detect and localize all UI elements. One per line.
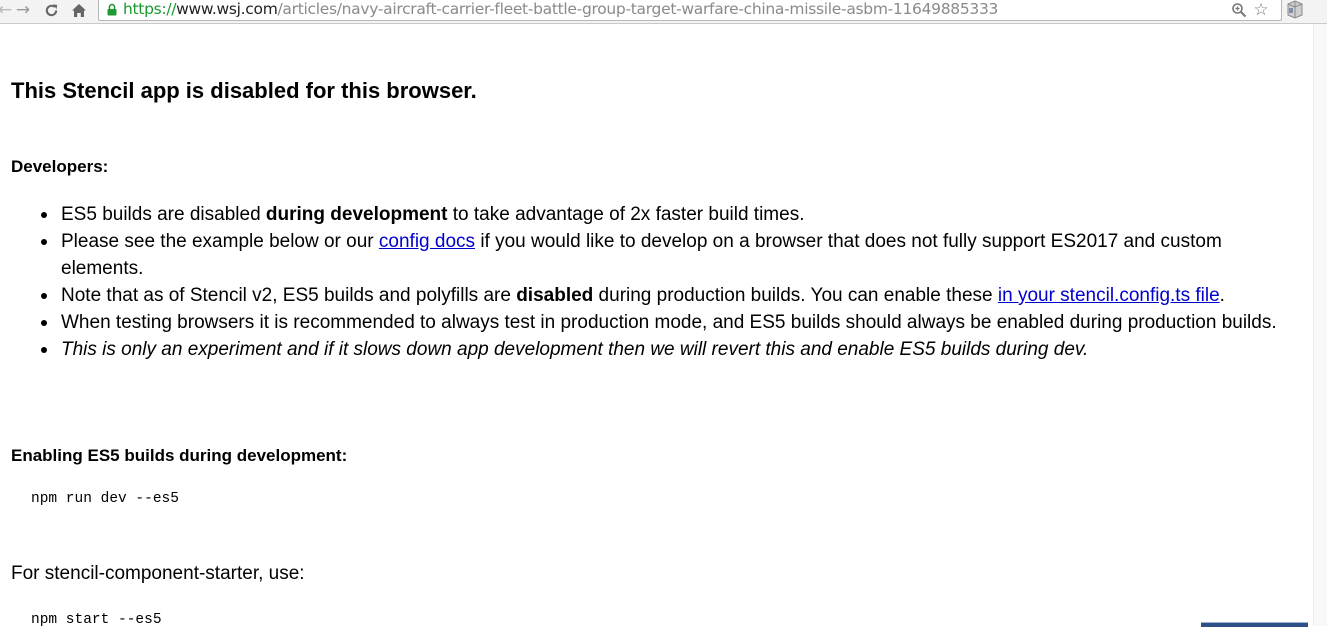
url-text[interactable]: https://www.wsj.com/articles/navy-aircra…: [123, 0, 998, 19]
star-icon[interactable]: ☆: [1252, 0, 1270, 20]
address-bar[interactable]: https://www.wsj.com/articles/navy-aircra…: [98, 0, 1282, 21]
url-path: /articles/navy-aircraft-carrier-fleet-ba…: [277, 0, 999, 18]
starter-text: For stencil-component-starter, use:: [11, 563, 305, 584]
url-scheme: https://: [123, 0, 177, 18]
zoom-icon[interactable]: [1230, 0, 1248, 19]
list-item-text: .: [1219, 285, 1225, 306]
list-item-text: ES5 builds are disabled: [61, 204, 266, 225]
list-item-text: Note that as of Stencil v2, ES5 builds a…: [61, 285, 517, 306]
list-item: This is only an experiment and if it slo…: [21, 336, 1291, 363]
dev-command-code: npm run dev --es5: [31, 491, 179, 507]
extension-icon[interactable]: [1285, 0, 1305, 19]
stencil-config-link[interactable]: in your stencil.config.ts file: [998, 285, 1220, 306]
config-docs-link[interactable]: config docs: [379, 231, 475, 252]
list-item: Note that as of Stencil v2, ES5 builds a…: [21, 282, 1291, 309]
list-item-text: When testing browsers it is recommended …: [61, 312, 1277, 333]
page-title: This Stencil app is disabled for this br…: [11, 78, 477, 103]
list-item-text: to take advantage of 2x faster build tim…: [447, 204, 805, 225]
list-item-text: during production builds. You can enable…: [593, 285, 998, 306]
list-item-bold: during development: [265, 204, 448, 225]
url-host: www.wsj.com: [176, 0, 278, 18]
list-item-italic: This is only an experiment and if it slo…: [61, 339, 1089, 360]
list-item: ES5 builds are disabled during developme…: [21, 201, 1291, 228]
page-content: This Stencil app is disabled for this br…: [0, 24, 1313, 628]
list-item: When testing browsers it is recommended …: [21, 309, 1291, 336]
lock-icon: [107, 3, 117, 16]
forward-arrow-icon[interactable]: →: [12, 0, 34, 20]
home-icon[interactable]: [68, 0, 90, 20]
browser-toolbar: ← → https://www.wsj.com/articles/navy-ai…: [0, 0, 1327, 24]
list-item: Please see the example below or our conf…: [21, 228, 1291, 282]
list-item-text: Please see the example below or our: [61, 231, 379, 252]
enabling-es5-heading: Enabling ES5 builds during development:: [11, 446, 348, 465]
developers-heading: Developers:: [11, 157, 109, 176]
overlay-tab[interactable]: [1201, 622, 1308, 627]
vertical-scrollbar[interactable]: [1313, 24, 1327, 626]
list-item-bold: disabled: [516, 285, 594, 306]
developer-notes-list: ES5 builds are disabled during developme…: [21, 201, 1291, 363]
reload-icon[interactable]: [40, 0, 62, 20]
